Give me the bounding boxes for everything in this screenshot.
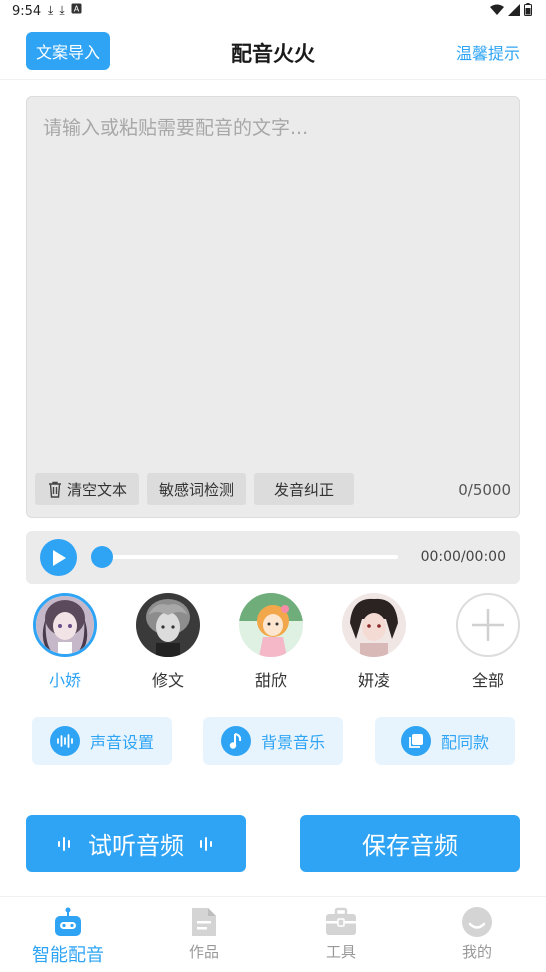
nav-label: 作品 [188, 943, 219, 961]
sensitive-check-button[interactable]: 敏感词检测 [147, 473, 247, 505]
sensitive-check-label: 敏感词检测 [159, 480, 235, 499]
all-voices-label: 全部 [471, 671, 504, 690]
nav-item-mine[interactable]: 我的 [422, 905, 532, 962]
voice-list: 小娇 修文 甜欣 妍凌 全部 [0, 593, 546, 693]
waveform-icon [58, 836, 70, 851]
voice-item[interactable]: 小娇 [25, 593, 105, 691]
pronunciation-label: 发音纠正 [274, 480, 335, 499]
same-style-label: 配同款 [440, 733, 489, 752]
voice-item[interactable]: 甜欣 [231, 593, 311, 691]
svg-text:A: A [73, 5, 79, 14]
voice-name: 小娇 [48, 671, 81, 690]
status-bar: 9:54 ⤓ ⤓ A [0, 0, 546, 24]
voice-avatar [239, 593, 303, 657]
play-button[interactable] [40, 539, 77, 576]
save-audio-button[interactable]: 保存音频 [300, 815, 520, 872]
clear-text-button[interactable]: 清空文本 [35, 473, 140, 505]
voice-name: 妍凌 [357, 671, 390, 690]
pronunciation-button[interactable]: 发音纠正 [254, 473, 355, 505]
play-icon [52, 549, 66, 566]
robot-icon [51, 905, 85, 939]
app-page: 9:54 ⤓ ⤓ A 文案导入 配音火火 温馨提示 清空文本 敏感词检测 [0, 0, 546, 972]
player-time: 00:00/00:00 [420, 549, 506, 565]
nav-label: 工具 [325, 943, 356, 961]
audio-player: 00:00/00:00 [26, 531, 520, 584]
smiley-icon [460, 905, 494, 939]
bg-music-button[interactable]: 背景音乐 [203, 717, 343, 765]
download-icon: ⤓ [48, 3, 54, 17]
nav-label: 我的 [461, 943, 492, 961]
audio-options: 声音设置 背景音乐 配同款 [0, 717, 546, 765]
import-text-button[interactable]: 文案导入 [26, 32, 110, 70]
avatar-image [239, 593, 303, 657]
voice-avatar [33, 593, 97, 657]
battery-icon [524, 3, 532, 16]
add-circle [456, 593, 520, 657]
waveform-icon [49, 726, 80, 756]
editor-actions: 清空文本 敏感词检测 发音纠正 [35, 473, 355, 505]
music-note-icon [220, 726, 251, 756]
download-icon: ⤓ [59, 3, 65, 17]
bg-music-label: 背景音乐 [260, 733, 325, 752]
script-input[interactable] [43, 113, 505, 463]
app-header: 文案导入 配音火火 温馨提示 [0, 24, 546, 80]
system-icons [490, 3, 532, 16]
wifi-icon [490, 4, 504, 15]
voice-avatar [342, 593, 406, 657]
voice-avatar [136, 593, 200, 657]
waveform-icon [200, 836, 212, 851]
nav-item-works[interactable]: 作品 [149, 905, 259, 962]
progress-bar[interactable] [91, 546, 398, 568]
voice-settings-button[interactable]: 声音设置 [32, 717, 172, 765]
status-time: 9:54 [12, 4, 42, 19]
preview-audio-label: 试听音频 [88, 832, 184, 860]
same-style-button[interactable]: 配同款 [375, 717, 515, 765]
avatar-image [342, 593, 406, 657]
text-editor: 清空文本 敏感词检测 发音纠正 0/5000 [26, 96, 520, 518]
voice-settings-label: 声音设置 [89, 733, 154, 752]
voice-item[interactable]: 修文 [128, 593, 208, 691]
notification-icons: ⤓ ⤓ A [48, 3, 82, 18]
save-audio-label: 保存音频 [362, 832, 458, 860]
toolbox-icon [324, 905, 358, 939]
bottom-nav: 智能配音 作品 工具 我的 [0, 896, 546, 972]
signal-icon [508, 3, 520, 16]
preview-audio-button[interactable]: 试听音频 [26, 815, 246, 872]
clear-text-label: 清空文本 [67, 480, 128, 499]
nav-item-tools[interactable]: 工具 [286, 905, 396, 962]
avatar-image [36, 596, 94, 654]
voice-item[interactable]: 妍凌 [334, 593, 414, 691]
all-voices-button[interactable]: 全部 [448, 593, 528, 691]
tips-link[interactable]: 温馨提示 [456, 40, 520, 64]
document-icon [187, 905, 221, 939]
voice-name: 甜欣 [254, 671, 287, 690]
voice-name: 修文 [151, 671, 184, 690]
nav-label: 智能配音 [32, 945, 104, 966]
plus-icon [472, 609, 504, 641]
app-notification-icon: A [71, 3, 82, 14]
nav-item-dubbing[interactable]: 智能配音 [13, 905, 123, 967]
trash-icon [49, 481, 61, 498]
avatar-image [136, 593, 200, 657]
copy-icon [400, 726, 431, 756]
char-count: 0/5000 [458, 481, 511, 499]
progress-thumb[interactable] [91, 546, 113, 568]
